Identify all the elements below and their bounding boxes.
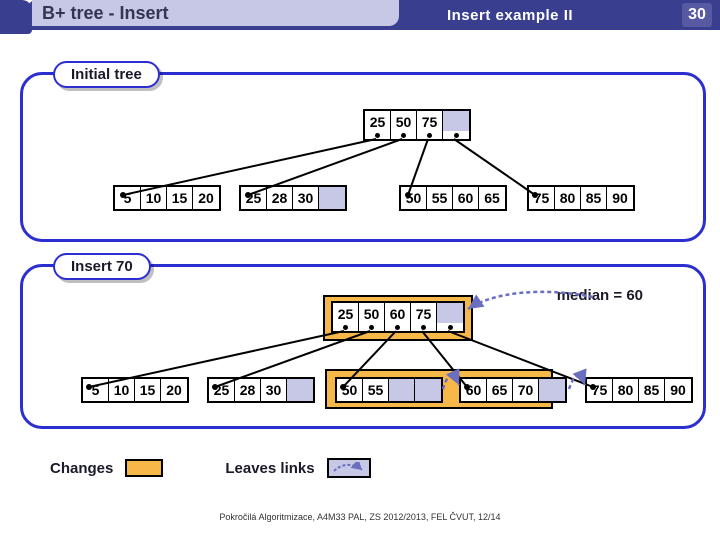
cell: 10: [141, 187, 167, 209]
cell: 28: [267, 187, 293, 209]
cell-blank: [415, 379, 441, 401]
cell: 25: [333, 303, 359, 325]
cell: 90: [665, 379, 691, 401]
cell: 20: [193, 187, 219, 209]
cell: 85: [581, 187, 607, 209]
cell: 75: [411, 303, 437, 325]
cell: 85: [639, 379, 665, 401]
legend-label-leaves-links: Leaves links: [225, 460, 314, 477]
cell-blank: [287, 379, 313, 401]
cell: 65: [479, 187, 505, 209]
leaf-node: 75 80 85 90: [585, 377, 693, 403]
header-title-bar: B+ tree - Insert: [32, 0, 399, 26]
ptr: [385, 323, 411, 331]
ptr: [359, 323, 385, 331]
cell: 75: [417, 111, 443, 133]
cell-blank: [437, 303, 463, 325]
body-area: Initial tree 25 50 75 5 10 15 20 25 28 3…: [20, 40, 706, 490]
cell: 25: [209, 379, 235, 401]
cell: 15: [167, 187, 193, 209]
cell: 70: [513, 379, 539, 401]
ptr: [417, 131, 443, 139]
cell: 50: [391, 111, 417, 133]
cell: 75: [587, 379, 613, 401]
ptr: [365, 131, 391, 139]
ptr-row-2: [331, 323, 465, 333]
cell: 90: [607, 187, 633, 209]
cell: 80: [613, 379, 639, 401]
cell: 25: [365, 111, 391, 133]
panel-label-initial: Initial tree: [53, 61, 160, 88]
cell: 75: [529, 187, 555, 209]
cell: 50: [401, 187, 427, 209]
ptr: [443, 131, 469, 139]
cell: 30: [293, 187, 319, 209]
cell: 10: [109, 379, 135, 401]
cell: 50: [337, 379, 363, 401]
panel-insert-70: Insert 70 median = 60 25 50 60 75 5 10 1…: [20, 264, 706, 429]
leaf-node: 5 10 15 20: [113, 185, 221, 211]
cell: 15: [135, 379, 161, 401]
leaf-node: 50 55: [335, 377, 443, 403]
legend-leaves-link-icon: [327, 458, 371, 478]
cell: 60: [453, 187, 479, 209]
cell: 60: [461, 379, 487, 401]
cell: 65: [487, 379, 513, 401]
cell: 25: [241, 187, 267, 209]
tree-edges-1: [23, 75, 703, 239]
ptr: [437, 323, 463, 331]
header: Insert example II 30 B+ tree - Insert: [0, 0, 720, 34]
page-number: 30: [682, 3, 712, 27]
ptr: [411, 323, 437, 331]
legend-swatch-changes: [125, 459, 163, 477]
cell: 20: [161, 379, 187, 401]
panel-label-insert: Insert 70: [53, 253, 151, 280]
cell: 55: [363, 379, 389, 401]
cell: 30: [261, 379, 287, 401]
cell: 55: [427, 187, 453, 209]
leaf-node: 75 80 85 90: [527, 185, 635, 211]
ptr-row-1: [363, 131, 471, 141]
ptr: [333, 323, 359, 331]
cell: 60: [385, 303, 411, 325]
cell-blank: [539, 379, 565, 401]
legend-label-changes: Changes: [50, 460, 113, 477]
footer: Pokročilá Algoritmizace, A4M33 PAL, ZS 2…: [0, 512, 720, 522]
cell: 50: [359, 303, 385, 325]
leaf-node: 25 28 30: [239, 185, 347, 211]
cell: 28: [235, 379, 261, 401]
annotation-median: median = 60: [557, 287, 643, 304]
panel-initial-tree: Initial tree 25 50 75 5 10 15 20 25 28 3…: [20, 72, 706, 242]
leaf-node: 60 65 70: [459, 377, 567, 403]
leaf-node: 50 55 60 65: [399, 185, 507, 211]
page-title: B+ tree - Insert: [42, 3, 169, 24]
cell-blank: [443, 111, 469, 133]
leaf-node: 5 10 15 20: [81, 377, 189, 403]
cell: 5: [115, 187, 141, 209]
cell: 5: [83, 379, 109, 401]
ptr: [391, 131, 417, 139]
leaf-node: 25 28 30: [207, 377, 315, 403]
cell: 80: [555, 187, 581, 209]
cell-blank: [389, 379, 415, 401]
cell-blank: [319, 187, 345, 209]
legend: Changes Leaves links: [50, 458, 690, 478]
